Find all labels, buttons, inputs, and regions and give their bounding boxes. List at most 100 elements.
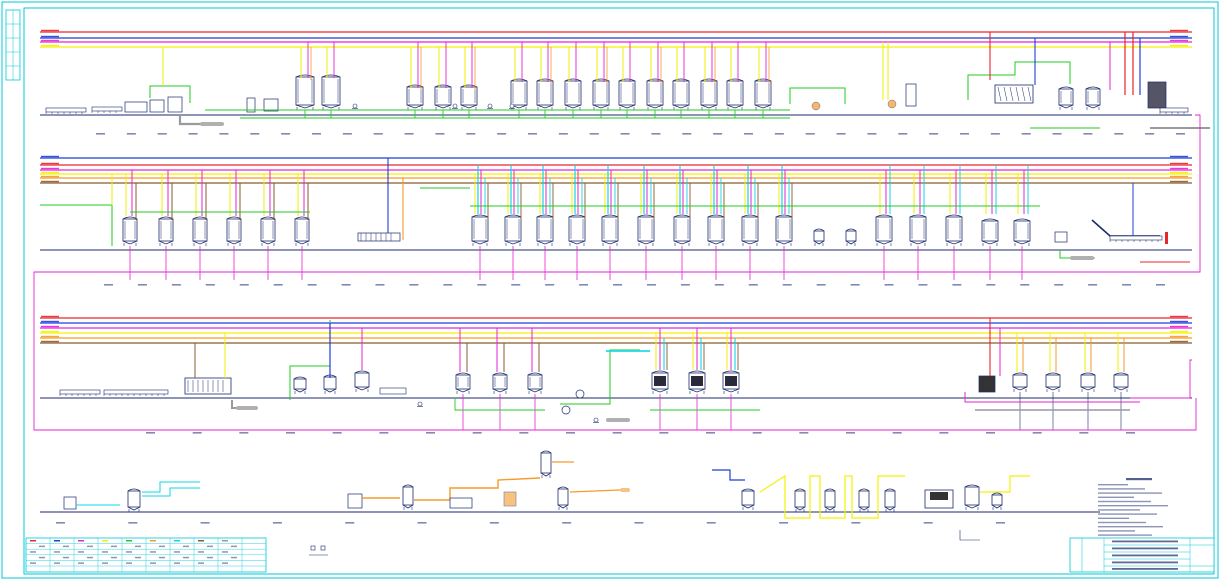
legend-swatch [102, 540, 108, 542]
tank-body [700, 80, 718, 106]
equipment-tag [682, 133, 692, 135]
tank-body [354, 372, 370, 388]
tank-cone [323, 388, 337, 393]
equipment-tag [558, 133, 568, 135]
tank-cone [637, 240, 655, 245]
equipment-tag [404, 133, 414, 135]
binding-strip-cells [6, 10, 20, 80]
tank-cone [945, 240, 963, 245]
tank-cone [192, 240, 208, 245]
tank-icon [672, 78, 690, 110]
equipment-tag [1054, 284, 1064, 286]
header-label [1170, 325, 1188, 328]
tank-body [845, 230, 857, 242]
equipment-tag [1156, 284, 1165, 286]
machine-box [149, 99, 165, 113]
tank-icon [295, 74, 315, 110]
equipment-tag [466, 133, 476, 135]
end-marker [1165, 232, 1168, 244]
equipment-tag [472, 432, 482, 434]
legend-swatch [159, 556, 165, 559]
tank-cone [564, 104, 582, 109]
pump-body [487, 103, 493, 109]
drawing-border-outer [1, 1, 1219, 579]
tank-cone [1045, 386, 1061, 391]
equipment-tag [1126, 432, 1135, 434]
tank-icon [158, 216, 174, 246]
equipment-tag [373, 133, 383, 135]
heat-exchanger-icon [811, 101, 821, 111]
header-label [41, 29, 59, 32]
equipment-tag [409, 284, 419, 286]
equipment-tag [281, 133, 291, 135]
equipment-tag [312, 133, 321, 135]
tank-icon [991, 492, 1003, 510]
conveyor-belt [91, 106, 123, 112]
equipment-tag [443, 284, 453, 286]
legend-swatch [135, 545, 141, 548]
machine-fill [930, 492, 948, 500]
tank-cone [651, 388, 669, 393]
tank-body [504, 216, 522, 242]
tank-body [945, 216, 963, 242]
equipment-tag [579, 284, 589, 286]
pipe-line [789, 87, 846, 104]
equipment-tag [219, 133, 229, 135]
equipment-tag [744, 133, 753, 135]
drain-tank [606, 418, 630, 422]
tank-cone [260, 240, 276, 245]
equipment-tag [200, 522, 210, 524]
header-label [1170, 29, 1188, 32]
machine-box [503, 491, 517, 507]
equipment-tag [1088, 284, 1098, 286]
process-flow-diagram [1, 1, 1219, 579]
legend-swatch [78, 551, 84, 553]
notes-line-bar [1098, 517, 1129, 519]
header-label [41, 162, 59, 165]
equipment-tag [157, 133, 167, 135]
tank-icon [492, 372, 508, 394]
equipment-tag [332, 432, 342, 434]
tank-cone [813, 240, 825, 245]
tank-body [536, 80, 554, 106]
drain-tank [236, 406, 258, 410]
row-1 [40, 29, 1210, 135]
tank-cone [909, 240, 927, 245]
tank-cone [226, 240, 242, 245]
equipment-tag [477, 284, 487, 286]
tank-cone [568, 240, 586, 245]
tank-cone [741, 240, 759, 245]
legend-swatch [102, 562, 108, 564]
tank-body [1113, 374, 1129, 388]
equipment-tag [713, 133, 723, 135]
drain-tank [200, 122, 224, 126]
tank-body [813, 230, 825, 242]
tank-body [510, 80, 528, 106]
equipment-tag [1032, 432, 1042, 434]
tank-icon [1080, 372, 1096, 392]
header-label [41, 171, 59, 174]
tank-body [741, 490, 755, 506]
equipment-tag [375, 284, 385, 286]
header-label [606, 350, 650, 352]
tank-body [471, 216, 489, 242]
header-label [1170, 180, 1188, 183]
notes-line-bar [1098, 488, 1145, 490]
tank-cone [460, 104, 478, 109]
tank-cone [122, 240, 138, 245]
tank-body [557, 488, 569, 506]
pipe-line [414, 477, 541, 501]
legend-swatch [126, 562, 132, 564]
equipment-tag [379, 432, 389, 434]
tank-body [127, 490, 141, 508]
pipe-line [959, 530, 980, 541]
machine-box [449, 497, 473, 509]
heat-exchanger-icon [575, 389, 585, 399]
tank-body [672, 80, 690, 106]
equipment-tag [612, 432, 622, 434]
tank-body [618, 80, 636, 106]
equipment-tag [774, 133, 784, 135]
legend-swatch [30, 562, 36, 564]
machine-box [1147, 81, 1167, 109]
tank-body [592, 80, 610, 106]
